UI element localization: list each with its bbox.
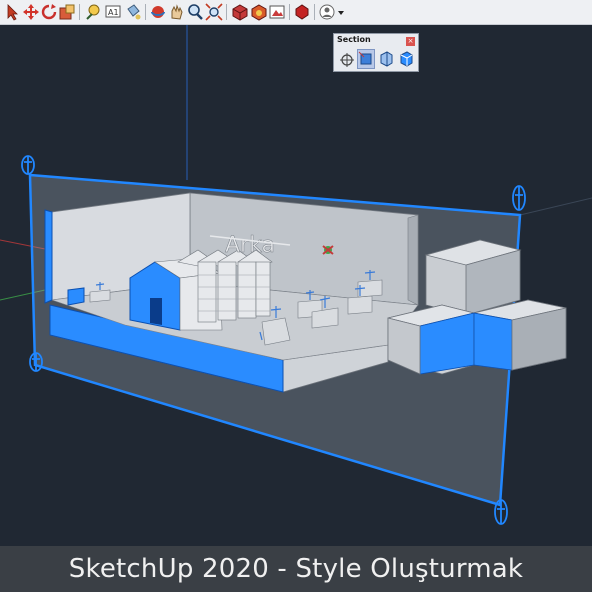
chevron-down-icon[interactable] <box>336 3 346 21</box>
orbit-icon[interactable] <box>149 3 167 21</box>
model-viewport[interactable]: Arka <box>0 25 592 546</box>
tape-measure-icon[interactable] <box>84 3 102 21</box>
text-icon[interactable]: A1 <box>104 3 122 21</box>
sign-text: Arka <box>225 233 275 258</box>
materials-icon[interactable] <box>268 3 286 21</box>
pan-icon[interactable] <box>167 3 185 21</box>
zoom-icon[interactable] <box>186 3 204 21</box>
paint-bucket-icon[interactable] <box>124 3 142 21</box>
model-scene: Arka <box>0 25 592 525</box>
extension-icon[interactable] <box>293 3 311 21</box>
section-plane-tool[interactable] <box>337 49 355 69</box>
components-icon[interactable] <box>231 3 249 21</box>
move-icon[interactable] <box>22 3 40 21</box>
zoom-extents-icon[interactable] <box>205 3 223 21</box>
display-section-cuts-tool[interactable] <box>377 49 395 69</box>
left-wall-cut <box>44 209 53 304</box>
main-toolbar: A1 <box>0 0 592 25</box>
svg-text:A1: A1 <box>108 8 119 17</box>
section-panel-title: Section <box>337 35 371 44</box>
rotate-icon[interactable] <box>40 3 58 21</box>
close-icon[interactable]: × <box>406 37 415 46</box>
account-icon[interactable] <box>318 3 336 21</box>
scale-icon[interactable] <box>58 3 76 21</box>
warehouse-icon[interactable] <box>250 3 268 21</box>
select-icon[interactable] <box>4 3 22 21</box>
caption-text: SketchUp 2020 - Style Oluşturmak <box>68 554 524 584</box>
caption-bar: SketchUp 2020 - Style Oluşturmak <box>0 546 592 592</box>
display-section-fill-tool[interactable] <box>397 49 415 69</box>
orbit-cursor <box>322 245 334 255</box>
display-section-planes-tool[interactable] <box>357 49 375 69</box>
section-toolbar-panel: Section × <box>333 33 419 72</box>
